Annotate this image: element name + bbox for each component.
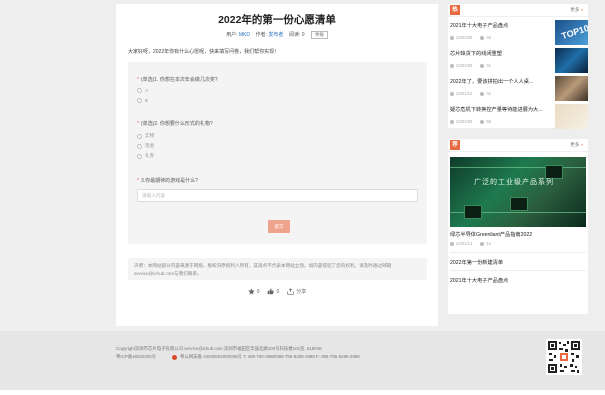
- like-button[interactable]: 0: [267, 288, 279, 295]
- question-2-option-2[interactable]: 现金: [137, 143, 154, 149]
- article-panel: 2022年的第一份心愿清单 用户: MKD 作者: 发布者 阅读: 0 举报 大…: [116, 4, 438, 326]
- user-link[interactable]: MKD: [239, 32, 250, 38]
- hot-item-date: 22/01/09: [456, 119, 473, 124]
- thumbs-up-icon: [268, 288, 275, 295]
- question-1-option-b[interactable]: B: [137, 98, 148, 103]
- radio-icon[interactable]: [137, 133, 142, 139]
- author-link[interactable]: 发布者: [268, 32, 283, 38]
- share-button[interactable]: 分享: [287, 288, 306, 295]
- hot-item-title[interactable]: 2022年了，要该拼拍出一个人人桌...: [450, 78, 552, 85]
- hot-tag: 热: [450, 5, 460, 15]
- police-badge-icon: [172, 354, 178, 360]
- hot-item[interactable]: 芯片缺货下的线闭重塑 22/01/09 31: [450, 48, 588, 74]
- recommend-card-header: 荐 更多»: [448, 139, 588, 152]
- radio-icon[interactable]: [137, 143, 142, 149]
- clock-icon: [450, 35, 454, 40]
- eye-icon: [480, 35, 485, 40]
- police-record[interactable]: 粤公网安备 44030502000035号 T: 400-780-2888/08…: [180, 354, 360, 360]
- hot-item[interactable]: 疑芯危机下转换控产量等待能进展为大... 22/01/09 56: [450, 104, 588, 130]
- hot-item-date: 22/01/09: [456, 35, 473, 40]
- question-2-label: (单选)2. 你想要什么形式的礼物?: [140, 121, 213, 127]
- hot-more-link[interactable]: 更多»: [570, 7, 583, 13]
- hot-item-views: 56: [486, 119, 491, 124]
- featured-date: 22/01/14: [456, 241, 473, 246]
- recommend-more-link[interactable]: 更多»: [570, 142, 583, 148]
- clock-icon: [450, 91, 454, 96]
- recommend-link[interactable]: 2021年十大电子产品盘点: [450, 277, 508, 284]
- question-1: * (单选)1. 你想在本次年会做几次奖?: [137, 77, 218, 83]
- hot-item[interactable]: 2022年了，要该拼拍出一个人人桌... 22/01/12 32: [450, 76, 588, 102]
- question-3: * 3.你最期待的游戏是什么?: [137, 178, 198, 184]
- star-count: 0: [256, 288, 260, 295]
- report-button[interactable]: 举报: [310, 31, 328, 39]
- recommend-link[interactable]: 2022年第一份新建清单: [450, 259, 503, 266]
- hot-item-views: 32: [486, 91, 491, 96]
- radio-icon[interactable]: [137, 98, 142, 103]
- hot-item-thumbnail[interactable]: [555, 104, 588, 129]
- question-1-label: (单选)1. 你想在本次年会做几次奖?: [140, 77, 218, 83]
- submit-button[interactable]: 提交: [268, 220, 290, 233]
- clock-icon: [450, 119, 454, 124]
- user-label: 用户:: [226, 32, 238, 38]
- featured-banner-image[interactable]: 广泛的工业级产品系列: [450, 157, 586, 227]
- hot-item-title[interactable]: 2021年十大电子产品盘点: [450, 22, 552, 29]
- question-1-option-a[interactable]: A: [137, 88, 148, 93]
- question-3-label: 3.你最期待的游戏是什么?: [140, 178, 198, 184]
- hot-item[interactable]: 2021年十大电子产品盘点 22/01/09 46 TOP10: [450, 20, 588, 46]
- double-chevron-right-icon: »: [580, 7, 583, 12]
- eye-icon: [480, 119, 485, 124]
- recommend-tag: 荐: [450, 140, 460, 150]
- eye-icon: [480, 63, 485, 68]
- qr-code-image: [546, 339, 582, 375]
- hot-item-thumbnail[interactable]: [555, 48, 588, 73]
- hot-card-header: 热 更多»: [448, 4, 588, 17]
- page-title: 2022年的第一份心愿清单: [218, 14, 336, 26]
- footer-registration: 粤ICP备16032300号 粤公网安备 44030502000035号 T: …: [116, 354, 360, 360]
- survey-intro: 大家好呀，2022年你有什么心愿呢，快来填写问卷，我们帮你实现！: [128, 49, 280, 55]
- radio-icon[interactable]: [137, 88, 142, 93]
- icp-link[interactable]: 粤ICP备16032300号: [116, 354, 156, 360]
- question-2-option-3[interactable]: 礼券: [137, 153, 154, 159]
- hot-item-title[interactable]: 芯片缺货下的线闭重塑: [450, 50, 552, 57]
- question-2-option-1[interactable]: 实物: [137, 133, 154, 139]
- hot-item-views: 46: [486, 35, 491, 40]
- eye-icon: [480, 91, 485, 96]
- views-count: 0: [301, 32, 305, 38]
- question-2: * (单选)2. 你想要什么形式的礼物?: [137, 121, 213, 127]
- hot-item-date: 22/01/09: [456, 63, 473, 68]
- article-actions: 0 0 分享: [116, 288, 438, 295]
- author-label: 作者:: [255, 32, 267, 38]
- hot-articles-card: 热 更多» 2021年十大电子产品盘点 22/01/09 46 TOP10 芯片缺…: [448, 4, 588, 130]
- radio-icon[interactable]: [137, 153, 142, 159]
- like-count: 0: [276, 288, 280, 295]
- double-chevron-right-icon: »: [580, 142, 583, 147]
- eye-icon: [480, 241, 485, 246]
- clock-icon: [450, 63, 454, 68]
- clock-icon: [450, 241, 454, 246]
- hot-item-title[interactable]: 疑芯危机下转换控产量等待能进展为大...: [450, 106, 552, 113]
- answer-input[interactable]: 请输入内容: [137, 189, 418, 202]
- recommend-card: 荐 更多» 广泛的工业级产品系列 绿芯半导体Greenliant产品指南2022…: [448, 139, 588, 314]
- footer-copyright: Copyright深圳市芯片电子有限公司 service@ichub.com 深…: [116, 346, 322, 351]
- hot-item-thumbnail[interactable]: TOP10: [555, 20, 588, 45]
- share-label: 分享: [296, 289, 307, 295]
- hot-item-views: 31: [486, 63, 491, 68]
- page-footer: Copyright深圳市芯片电子有限公司 service@ichub.com 深…: [0, 331, 605, 390]
- star-icon: [247, 288, 255, 295]
- featured-views: 12: [486, 241, 491, 246]
- survey-form: * (单选)1. 你想在本次年会做几次奖? A B * (单选)2. 你想要什么形式…: [128, 62, 427, 244]
- share-icon: [287, 288, 294, 295]
- article-meta: 用户: MKD 作者: 发布者 阅读: 0 举报: [116, 31, 438, 39]
- views-label: 阅读:: [288, 32, 301, 38]
- disclaimer: 声明：本网站部分内容来源于网络，版权归原权利人所有，其观点不代表本网站立场。如内…: [128, 258, 427, 280]
- banner-caption: 广泛的工业级产品系列: [474, 178, 554, 186]
- hot-item-thumbnail[interactable]: [555, 76, 588, 101]
- star-button[interactable]: 0: [247, 288, 260, 295]
- hot-item-date: 22/01/12: [456, 91, 473, 96]
- featured-title[interactable]: 绿芯半导体Greenliant产品指南2022: [450, 231, 532, 238]
